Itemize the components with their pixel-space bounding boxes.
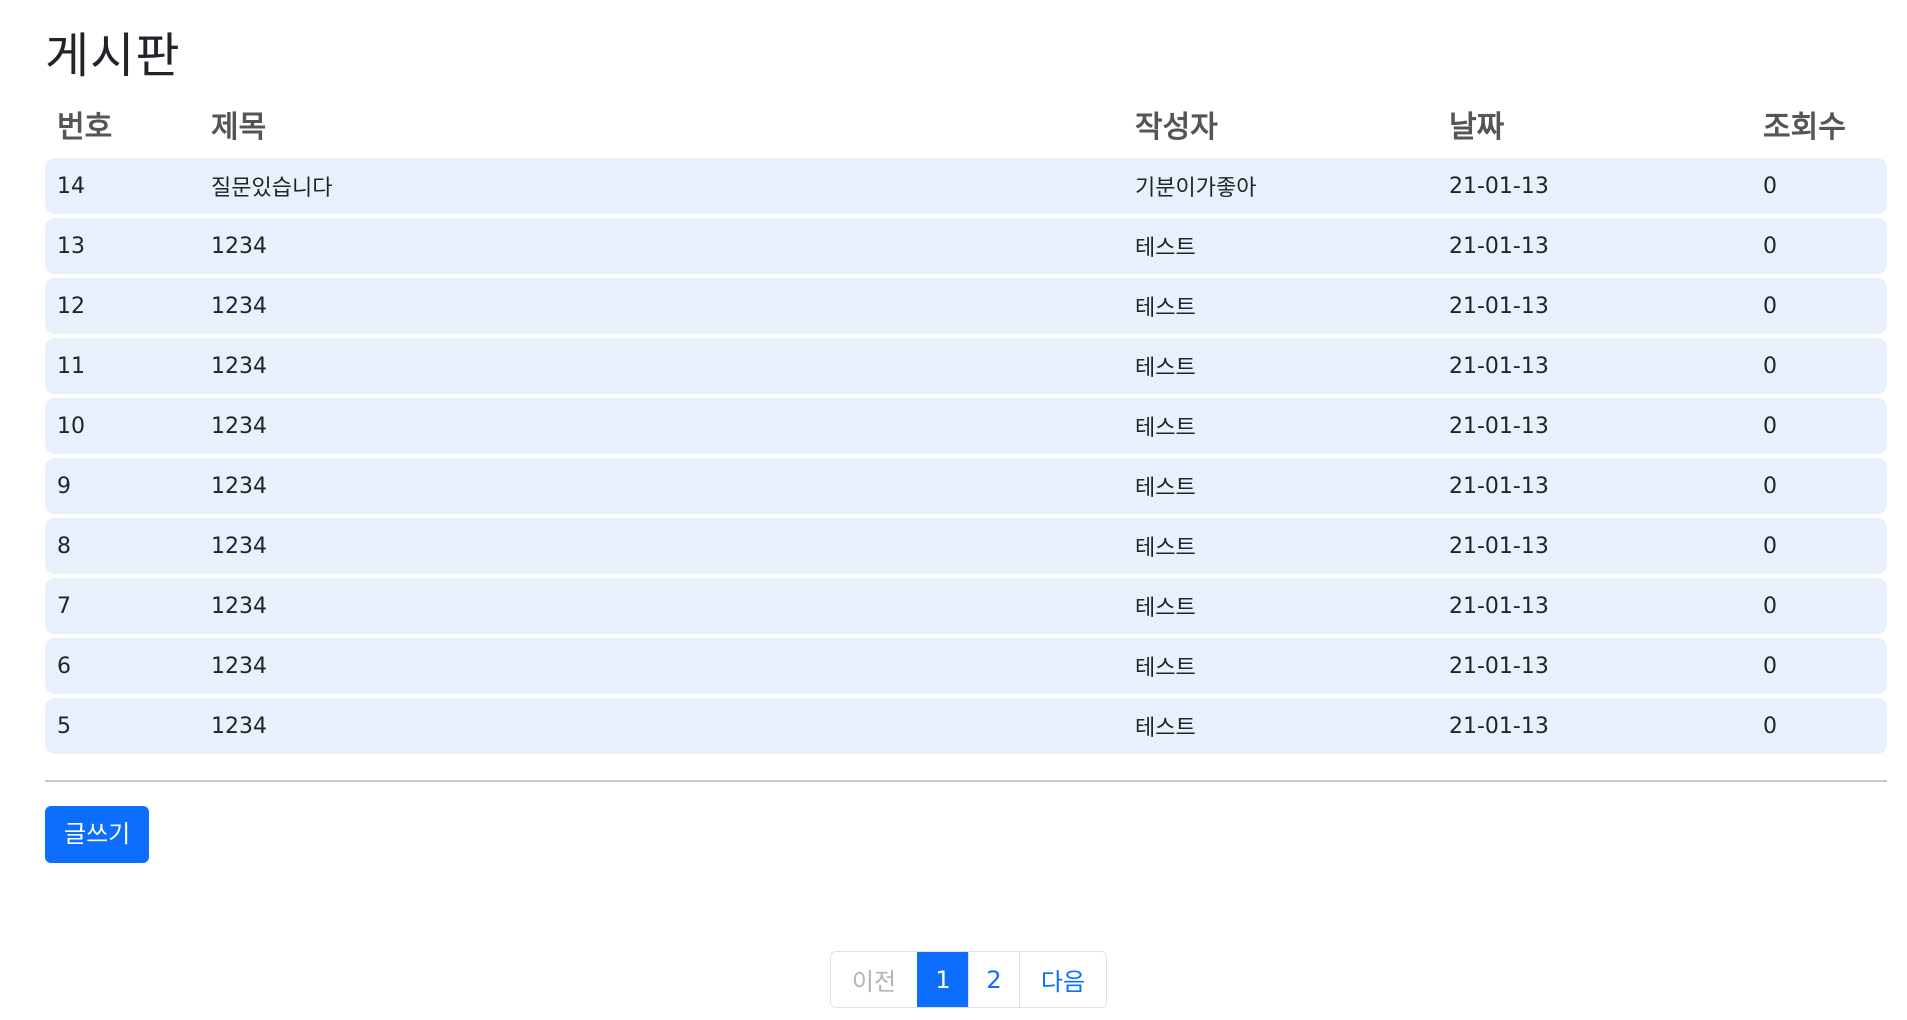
cell-views: 0 bbox=[1751, 158, 1887, 214]
cell-no: 6 bbox=[45, 638, 199, 694]
cell-no: 11 bbox=[45, 338, 199, 394]
cell-views: 0 bbox=[1751, 218, 1887, 274]
cell-views: 0 bbox=[1751, 698, 1887, 754]
cell-writer: 테스트 bbox=[1123, 278, 1437, 334]
table-row[interactable]: 6 1234 테스트 21-01-13 0 bbox=[45, 638, 1887, 694]
table-row[interactable]: 8 1234 테스트 21-01-13 0 bbox=[45, 518, 1887, 574]
cell-no: 9 bbox=[45, 458, 199, 514]
cell-title-link[interactable]: 1234 bbox=[199, 518, 1123, 574]
cell-date: 21-01-13 bbox=[1437, 218, 1751, 274]
header-views: 조회수 bbox=[1763, 110, 1846, 145]
cell-title-link[interactable]: 1234 bbox=[199, 698, 1123, 754]
cell-title-link[interactable]: 1234 bbox=[199, 578, 1123, 634]
cell-writer: 테스트 bbox=[1123, 398, 1437, 454]
pagination-page-2[interactable]: 2 bbox=[968, 952, 1019, 1007]
cell-date: 21-01-13 bbox=[1437, 278, 1751, 334]
table-row[interactable]: 12 1234 테스트 21-01-13 0 bbox=[45, 278, 1887, 334]
cell-title-link[interactable]: 1234 bbox=[199, 218, 1123, 274]
cell-no: 14 bbox=[45, 158, 199, 214]
cell-writer: 기분이가좋아 bbox=[1123, 158, 1437, 214]
cell-views: 0 bbox=[1751, 458, 1887, 514]
table-header: 번호 제목 작성자 날짜 조회수 bbox=[45, 102, 1887, 154]
cell-title-link[interactable]: 1234 bbox=[199, 638, 1123, 694]
cell-writer: 테스트 bbox=[1123, 338, 1437, 394]
cell-date: 21-01-13 bbox=[1437, 578, 1751, 634]
table-row[interactable]: 9 1234 테스트 21-01-13 0 bbox=[45, 458, 1887, 514]
cell-views: 0 bbox=[1751, 398, 1887, 454]
cell-writer: 테스트 bbox=[1123, 458, 1437, 514]
cell-no: 12 bbox=[45, 278, 199, 334]
write-post-button[interactable]: 글쓰기 bbox=[45, 806, 150, 863]
cell-title-link[interactable]: 1234 bbox=[199, 278, 1123, 334]
cell-writer: 테스트 bbox=[1123, 578, 1437, 634]
cell-title-link[interactable]: 1234 bbox=[199, 458, 1123, 514]
cell-no: 10 bbox=[45, 398, 199, 454]
table-row[interactable]: 13 1234 테스트 21-01-13 0 bbox=[45, 218, 1887, 274]
cell-writer: 테스트 bbox=[1123, 698, 1437, 754]
page-title: 게시판 bbox=[45, 28, 181, 84]
table-header-row: 번호 제목 작성자 날짜 조회수 bbox=[45, 102, 1887, 154]
board-table: 번호 제목 작성자 날짜 조회수 14 질문있습니다 기분이가좋아 21-01-… bbox=[45, 98, 1887, 758]
cell-no: 8 bbox=[45, 518, 199, 574]
board-container: 게시판 번호 제목 작성자 날짜 조회수 14 질문있습니다 기분이가좋아 21… bbox=[45, 0, 1887, 863]
table-row[interactable]: 11 1234 테스트 21-01-13 0 bbox=[45, 338, 1887, 394]
cell-date: 21-01-13 bbox=[1437, 398, 1751, 454]
cell-views: 0 bbox=[1751, 278, 1887, 334]
cell-date: 21-01-13 bbox=[1437, 338, 1751, 394]
pagination-next-button[interactable]: 다음 bbox=[1019, 952, 1106, 1007]
cell-views: 0 bbox=[1751, 578, 1887, 634]
header-no: 번호 bbox=[57, 110, 113, 145]
header-date: 날짜 bbox=[1449, 110, 1505, 145]
pagination: 이전 1 2 다음 bbox=[830, 951, 1107, 1008]
cell-no: 7 bbox=[45, 578, 199, 634]
pagination-page-1[interactable]: 1 bbox=[917, 952, 968, 1007]
table-row[interactable]: 7 1234 테스트 21-01-13 0 bbox=[45, 578, 1887, 634]
cell-writer: 테스트 bbox=[1123, 638, 1437, 694]
cell-writer: 테스트 bbox=[1123, 218, 1437, 274]
cell-no: 13 bbox=[45, 218, 199, 274]
cell-date: 21-01-13 bbox=[1437, 158, 1751, 214]
table-row[interactable]: 10 1234 테스트 21-01-13 0 bbox=[45, 398, 1887, 454]
cell-title-link[interactable]: 1234 bbox=[199, 398, 1123, 454]
cell-title-link[interactable]: 1234 bbox=[199, 338, 1123, 394]
header-title: 제목 bbox=[211, 110, 267, 145]
cell-no: 5 bbox=[45, 698, 199, 754]
cell-title-link[interactable]: 질문있습니다 bbox=[199, 158, 1123, 214]
cell-date: 21-01-13 bbox=[1437, 518, 1751, 574]
cell-date: 21-01-13 bbox=[1437, 698, 1751, 754]
cell-views: 0 bbox=[1751, 338, 1887, 394]
cell-date: 21-01-13 bbox=[1437, 458, 1751, 514]
cell-views: 0 bbox=[1751, 638, 1887, 694]
cell-writer: 테스트 bbox=[1123, 518, 1437, 574]
header-writer: 작성자 bbox=[1135, 110, 1218, 145]
pagination-prev-button: 이전 bbox=[831, 952, 917, 1007]
table-body: 14 질문있습니다 기분이가좋아 21-01-13 0 13 1234 테스트 … bbox=[45, 158, 1887, 754]
table-row[interactable]: 5 1234 테스트 21-01-13 0 bbox=[45, 698, 1887, 754]
divider bbox=[45, 780, 1887, 782]
cell-views: 0 bbox=[1751, 518, 1887, 574]
cell-date: 21-01-13 bbox=[1437, 638, 1751, 694]
table-row[interactable]: 14 질문있습니다 기분이가좋아 21-01-13 0 bbox=[45, 158, 1887, 214]
